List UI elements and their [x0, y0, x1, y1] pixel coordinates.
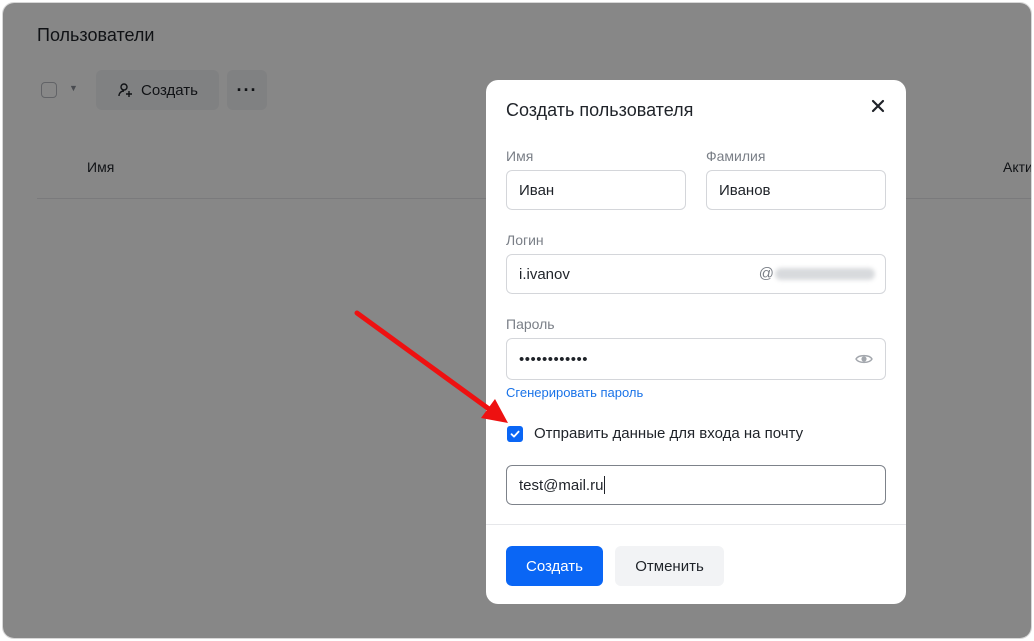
password-field[interactable]: •••••••••••• — [506, 338, 886, 380]
email-value: test@mail.ru — [519, 476, 604, 494]
dialog-title: Создать пользователя — [506, 100, 694, 120]
close-icon — [871, 99, 885, 113]
text-cursor — [604, 476, 606, 494]
eye-icon[interactable] — [855, 351, 873, 367]
last-name-value: Иванов — [719, 181, 771, 199]
app-window: Пользователи ▼ Создать ··· Имя Акти Созд… — [2, 2, 1032, 639]
login-domain-redacted — [775, 267, 875, 280]
create-user-dialog: Создать пользователя Имя Иван Фамилия Ив… — [486, 80, 906, 604]
last-name-label: Фамилия — [706, 148, 766, 164]
cancel-button[interactable]: Отменить — [615, 546, 724, 586]
email-field[interactable]: test@mail.ru — [506, 465, 886, 505]
password-label: Пароль — [506, 316, 555, 332]
login-field[interactable]: i.ivanov @ — [506, 254, 886, 294]
login-domain-suffix: @ — [759, 265, 875, 282]
first-name-field[interactable]: Иван — [506, 170, 686, 210]
send-credentials-checkbox[interactable] — [507, 426, 523, 442]
first-name-value: Иван — [519, 181, 555, 199]
last-name-field[interactable]: Иванов — [706, 170, 886, 210]
send-credentials-label[interactable]: Отправить данные для входа на почту — [534, 425, 803, 442]
login-label: Логин — [506, 232, 544, 248]
login-domain-at: @ — [758, 265, 774, 282]
close-button[interactable] — [866, 94, 890, 118]
first-name-label: Имя — [506, 148, 534, 164]
login-value: i.ivanov — [519, 265, 570, 283]
checkmark-icon — [510, 430, 520, 438]
submit-create-button[interactable]: Создать — [506, 546, 603, 586]
password-value: •••••••••••• — [519, 350, 589, 368]
dialog-footer-divider — [486, 524, 906, 525]
generate-password-link[interactable]: Сгенерировать пароль — [506, 385, 643, 400]
